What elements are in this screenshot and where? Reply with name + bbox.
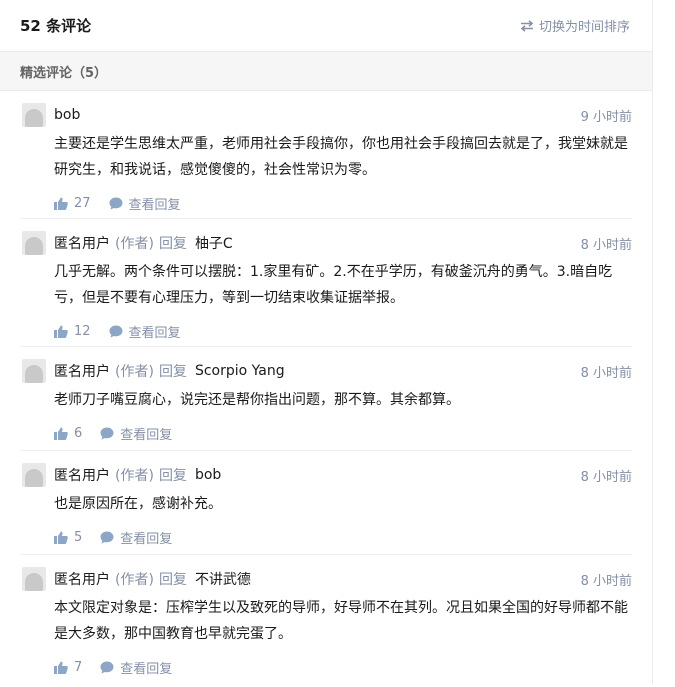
comment-text: 主要还是学生思维太严重，老师用社会手段搞你，你也用社会手段搞回去就是了，我堂妹就… (54, 136, 628, 178)
comment-text: 本文限定对象是：压榨学生以及致死的导师，好导师不在其列。况且如果全国的好导师都不… (54, 600, 628, 642)
reply-to-user[interactable]: bob (195, 467, 221, 483)
view-replies-label: 查看回复 (128, 197, 181, 213)
reply-word: 回复 (158, 572, 187, 588)
comment-list: bob 9 小时前 主要还是学生思维太严重，老师用社会手段搞你，你也用社会手段搞… (0, 91, 652, 683)
avatar[interactable] (22, 231, 46, 255)
like-button[interactable]: 7 (54, 660, 82, 675)
avatar[interactable] (22, 567, 46, 591)
comment-author[interactable]: 匿名用户 (54, 361, 110, 381)
author-role-tag: (作者) (115, 236, 154, 252)
comment-item: 匿名用户 (作者) 回复 bob 8 小时前 也是原因所在，感谢补充。 5 查看… (20, 451, 632, 555)
sort-toggle-button[interactable]: 切换为时间排序 (520, 16, 630, 35)
thumbs-up-icon (54, 427, 68, 440)
comment-count-title: 52 条评论 (20, 17, 92, 35)
view-replies-button[interactable]: 查看回复 (100, 658, 172, 677)
comment-text: 老师刀子嘴豆腐心，说完还是帮你指出问题，那不算。其余都算。 (54, 392, 460, 408)
sort-toggle-label: 切换为时间排序 (538, 20, 630, 35)
view-replies-label: 查看回复 (120, 427, 173, 443)
reply-to-user[interactable]: 不讲武德 (195, 569, 251, 589)
reply-to-user[interactable]: 柚子C (195, 233, 233, 253)
thumbs-up-icon (54, 197, 68, 210)
author-role-tag: (作者) (115, 364, 154, 380)
comment-bubble-icon (109, 197, 123, 210)
comment-item: bob 9 小时前 主要还是学生思维太严重，老师用社会手段搞你，你也用社会手段搞… (20, 91, 632, 219)
comment-time: 8 小时前 (580, 365, 632, 381)
like-count: 5 (74, 529, 83, 545)
reply-to-user[interactable]: Scorpio Yang (195, 363, 285, 379)
reply-word: 回复 (158, 364, 187, 380)
like-button[interactable]: 5 (54, 530, 82, 545)
view-replies-label: 查看回复 (128, 325, 181, 341)
comment-author[interactable]: 匿名用户 (54, 465, 110, 485)
view-replies-label: 查看回复 (120, 661, 173, 677)
like-button[interactable]: 27 (54, 196, 91, 211)
comment-author[interactable]: 匿名用户 (54, 569, 110, 589)
thumbs-up-icon (54, 661, 68, 674)
comment-text: 也是原因所在，感谢补充。 (54, 496, 222, 512)
avatar[interactable] (22, 103, 46, 127)
like-count: 6 (74, 425, 83, 441)
view-replies-button[interactable]: 查看回复 (100, 424, 172, 443)
like-button[interactable]: 6 (54, 426, 82, 441)
comment-bubble-icon (100, 427, 114, 440)
comment-item: 匿名用户 (作者) 回复 不讲武德 8 小时前 本文限定对象是：压榨学生以及致死… (20, 555, 632, 683)
comment-bubble-icon (100, 531, 114, 544)
comment-time: 9 小时前 (580, 109, 632, 125)
thumbs-up-icon (54, 531, 68, 544)
thumbs-up-icon (54, 325, 68, 338)
swap-arrows-icon (520, 19, 534, 32)
comment-item: 匿名用户 (作者) 回复 柚子C 8 小时前 几乎无解。两个条件可以摆脱：1.家… (20, 219, 632, 347)
reply-word: 回复 (158, 236, 187, 252)
comment-text: 几乎无解。两个条件可以摆脱：1.家里有矿。2.不在乎学历，有破釜沉舟的勇气。3.… (54, 264, 613, 306)
comment-time: 8 小时前 (580, 237, 632, 253)
comment-time: 8 小时前 (580, 573, 632, 589)
like-count: 12 (74, 323, 91, 339)
reply-word: 回复 (158, 468, 187, 484)
avatar[interactable] (22, 359, 46, 383)
comment-time: 8 小时前 (580, 469, 632, 485)
view-replies-button[interactable]: 查看回复 (109, 194, 181, 213)
like-count: 7 (74, 659, 83, 675)
author-role-tag: (作者) (115, 572, 154, 588)
comment-author[interactable]: bob (54, 107, 80, 123)
comments-panel: 52 条评论 切换为时间排序 精选评论（5） bob 9 小时前 主要还是学生思… (0, 0, 653, 684)
view-replies-label: 查看回复 (120, 531, 173, 547)
author-role-tag: (作者) (115, 468, 154, 484)
like-button[interactable]: 12 (54, 324, 91, 339)
comment-author[interactable]: 匿名用户 (54, 233, 110, 253)
view-replies-button[interactable]: 查看回复 (100, 528, 172, 547)
like-count: 27 (74, 195, 91, 211)
featured-section-header: 精选评论（5） (0, 52, 652, 91)
avatar[interactable] (22, 463, 46, 487)
comment-bubble-icon (109, 325, 123, 338)
comment-item: 匿名用户 (作者) 回复 Scorpio Yang 8 小时前 老师刀子嘴豆腐心… (20, 347, 632, 451)
comment-bubble-icon (100, 661, 114, 674)
view-replies-button[interactable]: 查看回复 (109, 322, 181, 341)
comments-topbar: 52 条评论 切换为时间排序 (0, 0, 652, 52)
